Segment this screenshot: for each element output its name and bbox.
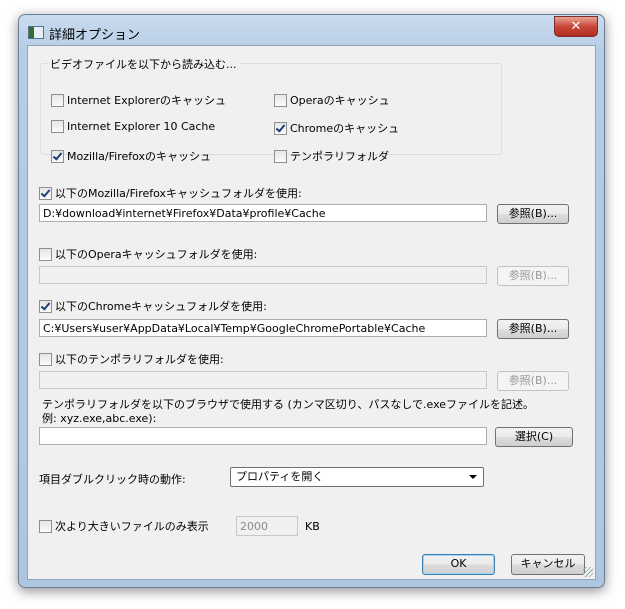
- video-source-group: [40, 63, 502, 155]
- checkbox[interactable]: [39, 299, 52, 313]
- use-firefox-folder-label: 以下のMozilla/Firefoxキャッシュフォルダを使用:: [55, 187, 302, 200]
- chrome-folder-input[interactable]: C:¥Users¥user¥AppData¥Local¥Temp¥GoogleC…: [39, 319, 487, 337]
- use-chrome-folder[interactable]: 以下のChromeキャッシュフォルダを使用:: [39, 298, 267, 314]
- use-chrome-folder-label: 以下のChromeキャッシュフォルダを使用:: [55, 300, 267, 313]
- use-opera-folder-label: 以下のOperaキャッシュフォルダを使用:: [55, 248, 258, 261]
- size-unit: KB: [305, 520, 320, 533]
- title-bar[interactable]: 詳細オプション ✕: [19, 15, 604, 45]
- use-temp-folder-label: 以下のテンポラリフォルダを使用:: [55, 353, 224, 366]
- option-label: Mozilla/Firefoxのキャッシュ: [67, 150, 212, 163]
- chrome-browse-button[interactable]: 参照(B)...: [497, 319, 569, 339]
- window-title: 詳細オプション: [49, 28, 141, 43]
- checkbox[interactable]: [274, 121, 287, 135]
- video-source-legend: ビデオファイルを以下から読み込む...: [48, 56, 239, 72]
- option-ie-cache[interactable]: Internet Explorerのキャッシュ: [51, 92, 226, 108]
- app-icon: [28, 26, 44, 39]
- options-dialog: 詳細オプション ✕ ビデオファイルを以下から読み込む... Internet E…: [18, 14, 605, 588]
- temp-folder-input[interactable]: [39, 371, 487, 389]
- double-click-label: 項目ダブルクリック時の動作:: [39, 473, 186, 486]
- option-label: Chromeのキャッシュ: [290, 122, 400, 135]
- dialog-body: ビデオファイルを以下から読み込む... Internet Explorerのキャ…: [27, 45, 596, 580]
- option-label: Internet Explorer 10 Cache: [67, 120, 216, 133]
- close-button[interactable]: ✕: [554, 16, 598, 37]
- double-click-selected: プロパティを開く: [236, 470, 324, 483]
- option-label: Internet Explorerのキャッシュ: [67, 94, 226, 107]
- use-firefox-folder[interactable]: 以下のMozilla/Firefoxキャッシュフォルダを使用:: [39, 185, 302, 201]
- option-chrome-cache[interactable]: Chromeのキャッシュ: [274, 120, 399, 136]
- select-browsers-button[interactable]: 選択(C): [495, 427, 573, 447]
- size-filter-label: 次より大きいファイルのみ表示: [55, 520, 209, 533]
- option-temp-folder[interactable]: テンポラリフォルダ: [274, 148, 389, 164]
- option-ie10-cache[interactable]: Internet Explorer 10 Cache: [51, 120, 215, 133]
- temp-browsers-input[interactable]: [39, 427, 487, 445]
- checkbox[interactable]: [51, 120, 64, 133]
- temp-browsers-example: 例: xyz.exe,abc.exe):: [42, 412, 157, 425]
- checkbox[interactable]: [274, 93, 287, 107]
- checkbox[interactable]: [39, 352, 52, 366]
- use-temp-folder[interactable]: 以下のテンポラリフォルダを使用:: [39, 351, 224, 367]
- double-click-action-select[interactable]: プロパティを開く: [230, 467, 484, 487]
- checkbox[interactable]: [51, 93, 64, 107]
- size-filter[interactable]: 次より大きいファイルのみ表示: [39, 518, 209, 534]
- checkbox[interactable]: [274, 149, 287, 163]
- checkbox[interactable]: [51, 149, 64, 163]
- temp-browse-button[interactable]: 参照(B)...: [497, 371, 569, 391]
- use-opera-folder[interactable]: 以下のOperaキャッシュフォルダを使用:: [39, 246, 257, 262]
- cancel-button[interactable]: キャンセル: [511, 554, 585, 575]
- option-opera-cache[interactable]: Operaのキャッシュ: [274, 92, 390, 108]
- opera-folder-input[interactable]: [39, 266, 487, 284]
- opera-browse-button[interactable]: 参照(B)...: [497, 266, 569, 286]
- option-label: Operaのキャッシュ: [290, 94, 390, 107]
- firefox-folder-input[interactable]: D:¥download¥internet¥Firefox¥Data¥profil…: [39, 204, 487, 222]
- ok-button[interactable]: OK: [422, 554, 495, 575]
- option-label: テンポラリフォルダ: [290, 150, 389, 163]
- option-firefox-cache[interactable]: Mozilla/Firefoxのキャッシュ: [51, 148, 211, 164]
- firefox-browse-button[interactable]: 参照(B)...: [497, 204, 569, 224]
- checkbox[interactable]: [39, 247, 52, 261]
- checkbox[interactable]: [39, 186, 52, 200]
- checkbox[interactable]: [39, 519, 52, 533]
- resize-grip-icon[interactable]: [583, 567, 593, 577]
- size-filter-input[interactable]: 2000: [236, 516, 298, 536]
- chevron-down-icon: [469, 475, 477, 479]
